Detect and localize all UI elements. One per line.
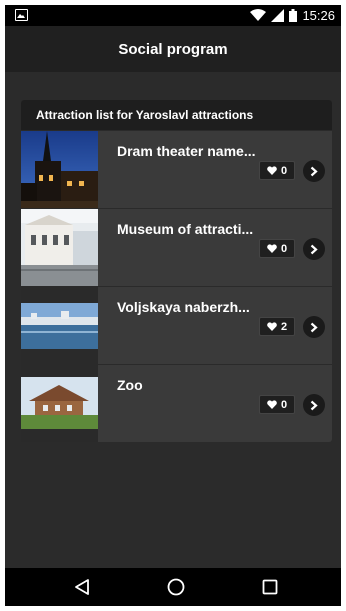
recents-button[interactable]: [259, 576, 281, 598]
phone-screen: 15:26 Social program Attraction list for…: [5, 5, 341, 606]
chevron-right-icon: [310, 322, 318, 332]
item-name: Dram theater name...: [117, 143, 256, 159]
list-item[interactable]: Voljskaya naberzh... 2: [21, 286, 332, 364]
like-count: 0: [280, 164, 288, 177]
status-time: 15:26: [302, 8, 335, 23]
list-header: Attraction list for Yaroslavl attraction…: [21, 100, 332, 130]
item-name: Museum of attracti...: [117, 221, 254, 237]
like-count: 0: [280, 242, 288, 255]
status-bar: 15:26: [5, 5, 341, 26]
wifi-icon: [250, 9, 267, 21]
chevron-right-icon: [310, 400, 318, 410]
battery-icon: [289, 9, 298, 22]
home-icon: [167, 578, 185, 596]
attraction-list-card: Attraction list for Yaroslavl attraction…: [21, 100, 332, 442]
chevron-right-icon: [310, 244, 318, 254]
page-title: Social program: [118, 40, 228, 58]
zoo-house-photo: [21, 365, 98, 442]
heart-icon: [267, 166, 277, 175]
open-item-button[interactable]: [303, 160, 325, 182]
like-count: 2: [280, 320, 288, 333]
heart-icon: [267, 244, 277, 253]
night-theater-photo: [21, 131, 98, 208]
item-name: Zoo: [117, 377, 143, 393]
app-bar: Social program: [5, 26, 341, 72]
like-button[interactable]: 0: [259, 395, 295, 414]
like-count: 0: [280, 398, 288, 411]
riverside-photo: [21, 287, 98, 364]
heart-icon: [267, 322, 277, 331]
like-button[interactable]: 0: [259, 161, 295, 180]
item-name: Voljskaya naberzh...: [117, 299, 250, 315]
status-icons: 15:26: [250, 5, 335, 26]
like-button[interactable]: 2: [259, 317, 295, 336]
list-item[interactable]: Museum of attracti... 0: [21, 208, 332, 286]
heart-icon: [267, 400, 277, 409]
open-item-button[interactable]: [303, 238, 325, 260]
recents-icon: [262, 579, 278, 595]
museum-building-photo: [21, 209, 98, 286]
open-item-button[interactable]: [303, 316, 325, 338]
like-button[interactable]: 0: [259, 239, 295, 258]
navigation-bar: [5, 568, 341, 606]
list-header-text: Attraction list for Yaroslavl attraction…: [36, 108, 254, 122]
signal-icon: [271, 9, 285, 22]
list-item[interactable]: Dram theater name... 0: [21, 130, 332, 208]
gallery-icon: [15, 9, 28, 21]
open-item-button[interactable]: [303, 394, 325, 416]
chevron-right-icon: [310, 166, 318, 176]
back-button[interactable]: [71, 576, 93, 598]
home-button[interactable]: [165, 576, 187, 598]
back-icon: [75, 579, 89, 595]
list-item[interactable]: Zoo 0: [21, 364, 332, 442]
